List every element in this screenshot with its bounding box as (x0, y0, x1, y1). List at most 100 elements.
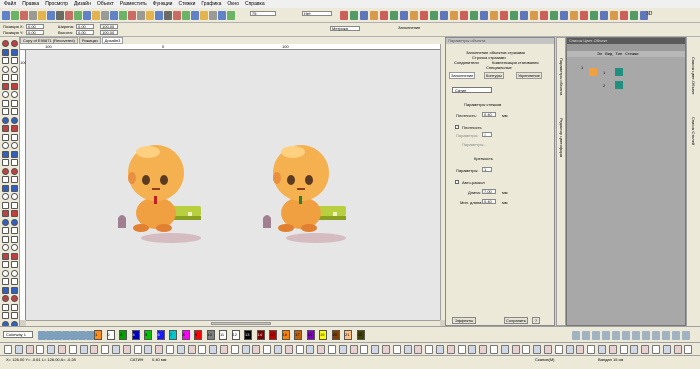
bottom-tool-button[interactable] (360, 345, 369, 354)
palette-tool-button[interactable] (86, 331, 94, 340)
tool-icon[interactable] (11, 269, 18, 277)
palette-tool-button[interactable] (622, 331, 630, 340)
palette-tool-button[interactable] (642, 331, 650, 340)
menu-item[interactable]: Просмотр (45, 1, 68, 7)
toolbar-button[interactable] (173, 10, 181, 20)
bottom-tool-button[interactable] (446, 345, 455, 354)
palette-tool-button[interactable] (662, 331, 670, 340)
toolbar-button[interactable] (570, 11, 578, 20)
tool-icon[interactable] (2, 150, 9, 158)
palette-tool-button[interactable] (672, 331, 680, 340)
toolbar-button[interactable] (510, 11, 518, 20)
fill-type-select[interactable]: Сатин (452, 87, 492, 93)
menu-item[interactable]: Правка (22, 1, 39, 7)
bottom-tool-button[interactable] (533, 345, 542, 354)
bottom-tool-button[interactable] (47, 345, 56, 354)
toolbar-button[interactable] (480, 11, 488, 20)
tool-icon[interactable] (2, 167, 9, 175)
bottom-tool-button[interactable] (425, 345, 434, 354)
bottom-tool-button[interactable] (630, 345, 639, 354)
tool-icon[interactable] (11, 125, 18, 132)
tool-icon[interactable] (2, 108, 9, 115)
bottom-tool-button[interactable] (619, 345, 628, 354)
bottom-tool-button[interactable] (187, 345, 196, 354)
tool-icon[interactable] (11, 193, 18, 200)
toolbar-button[interactable] (227, 10, 235, 20)
palette-tool-button[interactable] (582, 331, 590, 340)
bottom-tool-button[interactable] (295, 345, 304, 354)
menu-item[interactable]: Файл (4, 1, 16, 7)
min-length-input[interactable]: 0.40 (482, 199, 496, 204)
tool-icon[interactable] (11, 74, 18, 81)
help-button[interactable]: ? (532, 317, 540, 324)
tool-icon[interactable] (2, 261, 9, 268)
unit-select[interactable]: Метрика (330, 26, 360, 31)
tool-icon[interactable] (11, 286, 18, 294)
bottom-tool-button[interactable] (58, 345, 66, 354)
bottom-tool-button[interactable] (349, 345, 358, 354)
toolbar-button[interactable] (146, 10, 154, 20)
bottom-tool-button[interactable] (284, 345, 293, 354)
pos-x-input[interactable]: 0.00 (26, 24, 44, 29)
tool-icon[interactable] (2, 269, 9, 277)
params-input[interactable]: 0 (482, 132, 492, 137)
bottom-tool-button[interactable] (230, 345, 239, 354)
toolbar-button[interactable] (137, 10, 145, 20)
tool-icon[interactable] (11, 108, 18, 115)
bottom-tool-button[interactable] (511, 345, 520, 354)
bottom-tool-button[interactable] (338, 345, 347, 354)
toolbar-button[interactable] (580, 11, 588, 20)
tool-icon[interactable] (2, 57, 9, 64)
density-checkbox[interactable] (455, 125, 459, 129)
tool-icon[interactable] (2, 235, 9, 243)
bottom-tool-button[interactable] (166, 345, 174, 354)
toolbar-button[interactable] (460, 11, 468, 20)
toolbar-button[interactable] (83, 10, 91, 20)
tool-icon[interactable] (11, 235, 18, 243)
bottom-tool-button[interactable] (144, 345, 153, 354)
zoom-input[interactable]: 75 (250, 11, 276, 16)
tool-icon[interactable] (2, 184, 9, 192)
toolbar-button[interactable] (360, 11, 368, 20)
toolbar-button[interactable] (630, 11, 638, 20)
menu-item[interactable]: Разместить (120, 1, 147, 7)
toolbar-button[interactable] (400, 11, 408, 20)
tool-icon[interactable] (11, 312, 18, 319)
tool-icon[interactable] (2, 99, 9, 107)
toolbar-button[interactable] (370, 11, 378, 20)
toolbar-button[interactable] (440, 11, 448, 20)
list-item[interactable]: 1 (603, 70, 605, 75)
bottom-tool-button[interactable] (36, 345, 45, 354)
bottom-tool-button[interactable] (576, 345, 585, 354)
tool-icon[interactable] (11, 303, 18, 311)
tool-icon[interactable] (11, 201, 18, 209)
menu-item[interactable]: Дизайн (74, 1, 91, 7)
tab-styles-list[interactable]: Список Стилей (691, 117, 696, 145)
bottom-tool-button[interactable] (479, 345, 488, 354)
toolbar-button[interactable] (155, 10, 163, 20)
width-input[interactable]: 0.00 (76, 24, 94, 29)
bottom-tool-button[interactable] (500, 345, 509, 354)
bottom-tool-button[interactable] (608, 345, 617, 354)
width-pct-input[interactable]: 100.00 (100, 24, 118, 29)
tool-icon[interactable] (11, 133, 18, 141)
tool-icon[interactable] (11, 244, 18, 251)
list-item[interactable]: 2 (603, 83, 605, 88)
tool-icon[interactable] (2, 218, 9, 226)
toolbar-button[interactable] (218, 10, 226, 20)
tool-icon[interactable] (11, 99, 18, 107)
palette-tool-button[interactable] (572, 331, 580, 340)
bottom-tool-button[interactable] (673, 345, 682, 354)
menu-item[interactable]: Окно (227, 1, 239, 7)
tool-icon[interactable] (11, 210, 18, 217)
effects-button[interactable]: Эффекты (452, 317, 476, 324)
toolbar-button[interactable] (47, 10, 55, 20)
tool-icon[interactable] (11, 184, 18, 192)
tab-outlines[interactable]: Контуры (484, 72, 504, 79)
bottom-tool-button[interactable] (25, 345, 34, 354)
toolbar-button[interactable] (530, 11, 538, 20)
bottom-tool-button[interactable] (263, 345, 272, 354)
toolbar-button[interactable] (56, 10, 64, 20)
toolbar-button[interactable] (92, 10, 100, 20)
bottom-tool-button[interactable] (317, 345, 326, 354)
